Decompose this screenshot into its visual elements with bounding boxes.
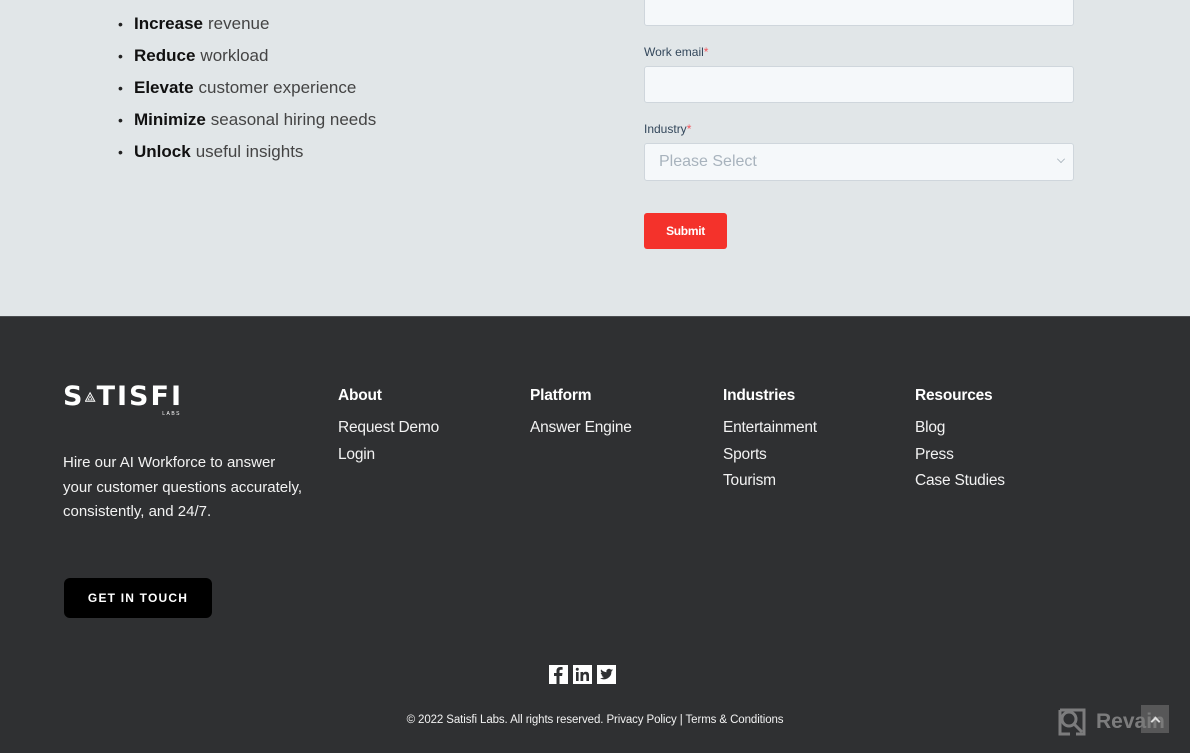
twitter-icon[interactable] [597,665,616,684]
benefit-bold: Minimize [134,110,206,129]
footer-link-entertainment[interactable]: Entertainment [723,415,817,442]
previous-field-input[interactable] [644,0,1074,26]
footer-link-sports[interactable]: Sports [723,442,817,469]
footer-column-platform: Platform Answer Engine [530,387,632,442]
footer-column-industries: Industries Entertainment Sports Tourism [723,387,817,495]
submit-button[interactable]: Submit [644,213,727,249]
footer-link-login[interactable]: Login [338,442,439,469]
required-mark: * [686,122,692,136]
scroll-to-top-button[interactable] [1141,705,1169,733]
footer-link-request-demo[interactable]: Request Demo [338,415,439,442]
industry-label: Industry* [644,122,692,136]
work-email-label: Work email* [644,45,709,59]
column-heading: About [338,387,382,404]
footer-column-about: About Request Demo Login [338,387,439,468]
list-item: • Increase revenue [118,8,376,40]
footer: S TISFI LABS Hire our AI Workforce to an… [0,316,1190,753]
bullet: • [118,80,123,96]
footer-link-press[interactable]: Press [915,442,1005,469]
footer-link-case-studies[interactable]: Case Studies [915,468,1005,495]
benefit-text: revenue [208,14,270,33]
list-item: • Elevate customer experience [118,72,376,104]
terms-link[interactable]: Terms & Conditions [686,714,784,726]
revain-logo-icon [1058,708,1086,736]
bullet: • [118,16,123,32]
benefit-text: customer experience [198,78,357,97]
get-in-touch-button[interactable]: GET IN TOUCH [64,578,212,618]
logo-triangle-icon [85,391,96,402]
list-item: • Unlock useful insights [118,136,376,168]
footer-link-tourism[interactable]: Tourism [723,468,817,495]
benefit-bold: Increase [134,14,203,33]
benefits-list: • Increase revenue • Reduce workload • Elevat… [118,8,376,168]
benefit-text: workload [200,46,269,65]
tagline: Hire our AI Workforce to answer your cus… [63,454,302,520]
linkedin-icon[interactable] [573,665,592,684]
list-item: • Minimize seasonal hiring needs [118,104,376,136]
chevron-down-icon [1057,155,1065,163]
footer-link-blog[interactable]: Blog [915,415,1005,442]
benefit-bold: Unlock [134,142,191,161]
column-heading: Industries [723,387,796,404]
copyright-line: © 2022 Satisfi Labs. All rights reserved… [0,714,1190,726]
copyright-text: © 2022 Satisfi Labs. All rights reserved… [406,714,604,726]
bullet: • [118,48,123,64]
industry-select[interactable]: Please Select [644,143,1074,181]
benefit-bold: Elevate [134,78,194,97]
logo-letter: S [63,381,85,412]
column-heading: Resources [915,387,993,404]
work-email-input[interactable] [644,66,1074,103]
social-links [549,665,616,684]
bullet: • [118,112,123,128]
benefit-text: seasonal hiring needs [210,110,377,129]
facebook-icon[interactable] [549,665,568,684]
footer-link-answer-engine[interactable]: Answer Engine [530,415,632,442]
contact-section: • Increase revenue • Reduce workload • Elevat… [0,0,1190,316]
satisfi-logo[interactable]: S TISFI LABS [63,383,183,419]
required-mark: * [703,45,709,59]
chevron-up-icon [1150,716,1160,726]
footer-column-resources: Resources Blog Press Case Studies [915,387,1005,495]
logo-letters: TISFI [96,381,183,412]
column-heading: Platform [530,387,592,404]
list-item: • Reduce workload [118,40,376,72]
benefit-bold: Reduce [134,46,196,65]
logo-sub: LABS [162,411,181,417]
bullet: • [118,144,123,160]
benefit-text: useful insights [195,142,304,161]
privacy-policy-link[interactable]: Privacy Policy [606,714,676,726]
separator: | [679,714,683,726]
industry-placeholder: Please Select [659,153,757,170]
